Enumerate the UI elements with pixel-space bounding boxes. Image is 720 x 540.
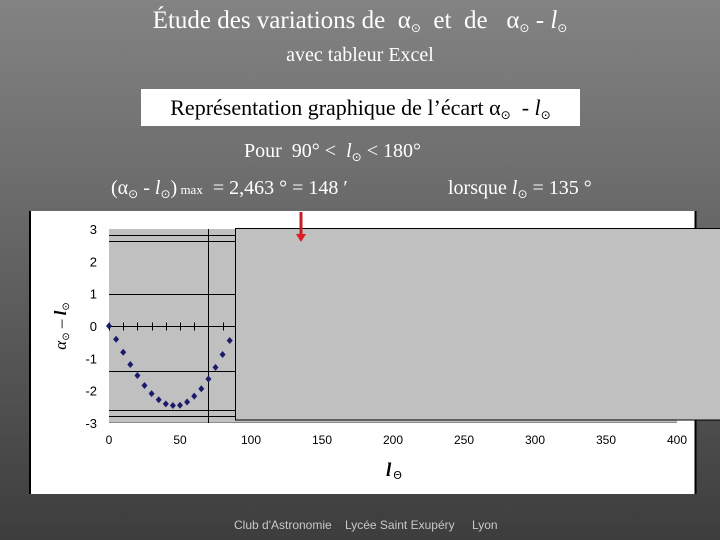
- footer-club: Club d'Astronomie: [234, 518, 332, 532]
- y-tick-label: 1: [90, 287, 97, 302]
- x-tick-label: 0: [106, 433, 113, 447]
- x-tick-label: 150: [312, 433, 332, 447]
- y-tick-label: -3: [85, 416, 97, 431]
- x-tick-label: 200: [383, 433, 403, 447]
- footer-city: Lyon: [472, 518, 498, 532]
- x-tick-label: 100: [241, 433, 261, 447]
- x-tick-label: 50: [173, 433, 187, 447]
- sun-icon: ⊙: [61, 332, 72, 340]
- y-axis-title-minus: –: [51, 315, 70, 332]
- y-tick-label: 3: [90, 222, 97, 237]
- x-tick-label: 350: [596, 433, 616, 447]
- y-tick-label: -2: [85, 384, 97, 399]
- y-tick-label: 0: [90, 319, 97, 334]
- overlay-box: [235, 228, 720, 421]
- y-tick-label: 2: [90, 254, 97, 269]
- x-axis-title-subscript: Θ: [393, 469, 402, 482]
- x-tick-label: 250: [454, 433, 474, 447]
- footer-school: Lycée Saint Exupéry: [345, 518, 455, 532]
- chart: 3210-1-2-30 50 100 150 200 250 300 350 400 lΘ α⊙…: [29, 211, 720, 494]
- x-axis-title-l: l: [386, 460, 392, 481]
- x-tick-label: 300: [525, 433, 545, 447]
- y-tick-label: -1: [85, 351, 97, 366]
- x-tick-label: 400: [667, 433, 687, 447]
- sun-icon: ⊙: [61, 302, 72, 310]
